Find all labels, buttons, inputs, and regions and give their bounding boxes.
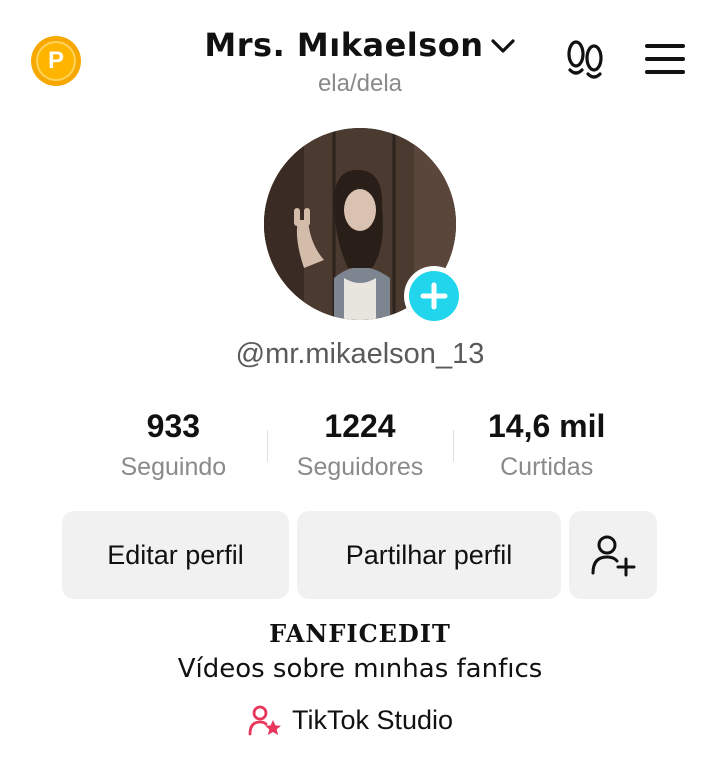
stat-following[interactable]: 933 Seguindo	[80, 408, 267, 482]
add-avatar-button[interactable]	[404, 266, 464, 326]
studio-label: TikTok Studio	[292, 704, 454, 735]
stat-likes[interactable]: 14,6 mil Curtidas	[453, 408, 640, 482]
tiktok-studio-link[interactable]: TikTok Studio	[248, 704, 453, 736]
stat-value: 1224	[324, 408, 396, 444]
username: Mrs. Mıkaelson	[204, 26, 484, 64]
add-friend-icon	[591, 535, 636, 577]
add-icon	[420, 282, 448, 310]
stat-value: 933	[146, 408, 201, 444]
footprints-icon[interactable]	[565, 38, 605, 82]
stat-value: 14,6 mil	[487, 408, 606, 444]
edit-profile-button[interactable]: Editar perfil	[62, 511, 289, 599]
chevron-down-icon	[490, 39, 515, 53]
stat-followers[interactable]: 1224 Seguidores	[267, 408, 454, 482]
menu-icon[interactable]	[645, 44, 685, 76]
profile-header: Mrs. Mıkaelson ela/dela	[0, 26, 720, 98]
stats-row: 933 Seguindo 1224 Seguidores 14,6 mil Cu…	[80, 408, 640, 482]
studio-icon	[248, 705, 281, 736]
bio-text: Vídeos sobre mınhas fanfıcs	[177, 654, 543, 684]
stat-label: Seguindo	[120, 453, 227, 481]
stat-label: Seguidores	[296, 453, 424, 481]
stat-divider	[267, 430, 268, 462]
share-profile-button[interactable]: Partilhar perfil	[297, 511, 561, 599]
avatar-container	[264, 128, 464, 326]
user-handle: @mr.mikaelson_13	[235, 338, 485, 370]
bio-title: FANFICEDIT	[269, 619, 451, 648]
add-friend-button[interactable]	[569, 511, 657, 599]
account-switcher[interactable]: Mrs. Mıkaelson	[0, 26, 720, 64]
stat-divider	[453, 430, 454, 462]
stat-label: Curtidas	[500, 453, 594, 481]
pronouns: ela/dela	[317, 70, 403, 97]
